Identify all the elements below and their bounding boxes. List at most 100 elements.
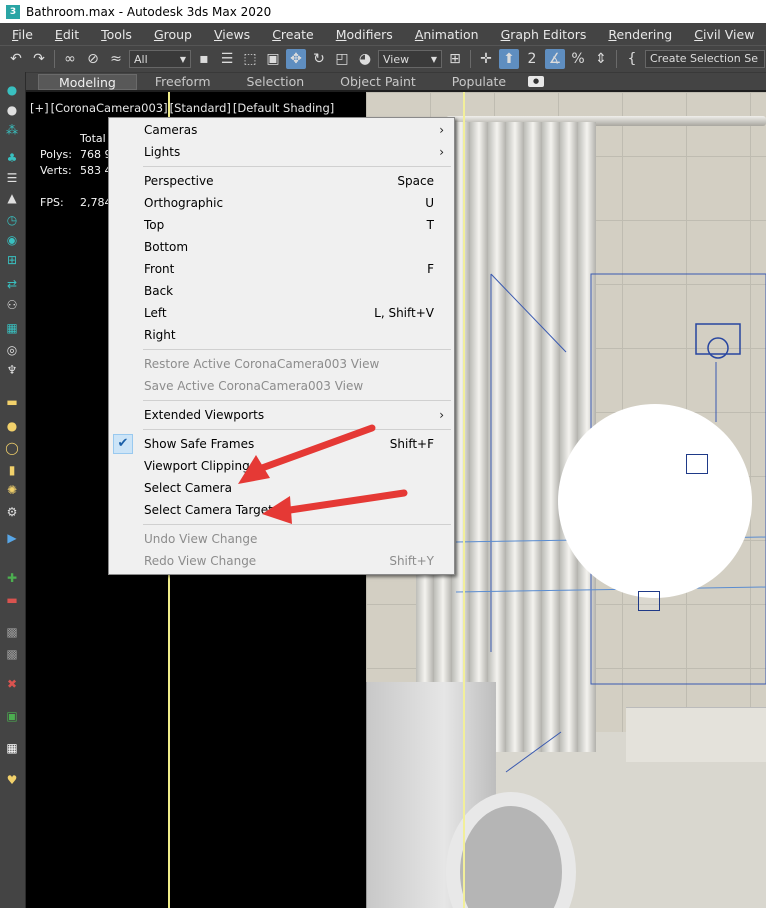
menu-civil-view[interactable]: Civil View	[682, 27, 764, 42]
menu-item-label: Top	[144, 218, 165, 232]
bucket-icon[interactable]: ◉	[4, 232, 20, 248]
viewport-label-part[interactable]: [Standard]	[170, 101, 231, 115]
rectangular-selection-icon[interactable]: ⬚	[240, 49, 260, 69]
menu-item-label: Right	[144, 328, 176, 342]
snaps-toggle-icon[interactable]: 2	[522, 49, 542, 69]
menu-item-top[interactable]: Top T	[109, 214, 454, 236]
selection-filter-dropdown[interactable]: All ▼	[129, 50, 191, 68]
sphere-icon[interactable]: ●	[4, 102, 20, 118]
percent-snap-icon[interactable]: %	[568, 49, 588, 69]
redo-icon[interactable]: ↷	[29, 49, 49, 69]
menu-group[interactable]: Group	[142, 27, 202, 42]
sun-icon[interactable]: ✺	[4, 482, 20, 498]
menu-item-select-camera[interactable]: Select Camera	[109, 477, 454, 499]
menu-item-label: Cameras	[144, 123, 198, 137]
tab-object-paint[interactable]: Object Paint	[322, 74, 434, 90]
add-icon[interactable]: ✚	[4, 570, 20, 586]
ring-icon[interactable]: ◯	[4, 440, 20, 456]
menu-item-bottom[interactable]: Bottom	[109, 236, 454, 258]
select-object-icon[interactable]: ▪	[194, 49, 214, 69]
angle-snap-icon[interactable]: ∡	[545, 49, 565, 69]
tab-populate[interactable]: Populate	[434, 74, 524, 90]
eye-icon[interactable]: ◎	[4, 342, 20, 358]
render-icon[interactable]: ✖	[4, 676, 20, 692]
image-icon[interactable]: ▣	[4, 708, 20, 724]
ribbon-options-icon[interactable]: ●	[528, 76, 545, 87]
menu-graph-editors[interactable]: Graph Editors	[489, 27, 597, 42]
menu-item-select-camera-target[interactable]: Select Camera Target	[109, 499, 454, 521]
undo-icon[interactable]: ↶	[6, 49, 26, 69]
menu-item-label: Back	[144, 284, 174, 298]
viewport-label[interactable]: [+] [CoronaCamera003] [Standard] [Default S…	[30, 101, 336, 115]
map-icon[interactable]: ▦	[4, 320, 20, 336]
gears-icon[interactable]: ⚙	[4, 504, 20, 520]
select-and-rotate-icon[interactable]: ↻	[309, 49, 329, 69]
viewport-label-part[interactable]: [CoronaCamera003]	[51, 101, 168, 115]
list-icon[interactable]: ☰	[4, 170, 20, 186]
pivot-center-icon[interactable]: ⊞	[445, 49, 465, 69]
menu-create[interactable]: Create	[260, 27, 324, 42]
motion-icon[interactable]: ⇄	[4, 276, 20, 292]
play-icon[interactable]: ▶	[4, 530, 20, 546]
menu-item-orthographic[interactable]: Orthographic U	[109, 192, 454, 214]
tab-modeling[interactable]: Modeling	[38, 73, 137, 90]
viewport-label-part[interactable]: [Default Shading]	[233, 101, 334, 115]
menu-edit[interactable]: Edit	[43, 27, 89, 42]
light-bulb-icon[interactable]: ●	[4, 82, 20, 98]
bulb-icon[interactable]: ♥	[4, 772, 20, 788]
spinner-snap-icon[interactable]: ⇕	[591, 49, 611, 69]
select-and-scale-icon[interactable]: ◰	[332, 49, 352, 69]
select-and-place-icon[interactable]: ◕	[355, 49, 375, 69]
chevron-right-icon: ›	[439, 145, 444, 159]
pin-icon[interactable]: ♆	[4, 362, 20, 378]
clock-icon[interactable]: ◷	[4, 212, 20, 228]
keyboard-shortcut-override-icon[interactable]: ⬆	[499, 49, 519, 69]
people-icon[interactable]: ⚇	[4, 297, 20, 313]
named-selection-input[interactable]: Create Selection Se	[645, 50, 765, 68]
menu-item-right[interactable]: Right	[109, 324, 454, 346]
unlink-icon[interactable]: ⊘	[83, 49, 103, 69]
texture-icon[interactable]: ▩	[4, 646, 20, 662]
menu-rendering[interactable]: Rendering	[596, 27, 682, 42]
select-by-name-icon[interactable]: ☰	[217, 49, 237, 69]
menu-item-perspective[interactable]: Perspective Space	[109, 170, 454, 192]
link-icon[interactable]: ∞	[60, 49, 80, 69]
tab-selection[interactable]: Selection	[229, 74, 323, 90]
grid-icon[interactable]: ▦	[4, 740, 20, 756]
menu-item-label: Lights	[144, 145, 181, 159]
menu-item-front[interactable]: Front F	[109, 258, 454, 280]
warning-icon[interactable]: ▲	[4, 190, 20, 206]
remove-icon[interactable]: ▬	[4, 592, 20, 608]
manipulate-icon[interactable]: ✛	[476, 49, 496, 69]
menu-item-back[interactable]: Back	[109, 280, 454, 302]
reference-coordinate-dropdown[interactable]: View ▼	[378, 50, 442, 68]
menu-tools[interactable]: Tools	[89, 27, 142, 42]
menu-item-viewport-clipping[interactable]: Viewport Clipping	[109, 455, 454, 477]
select-and-move-icon[interactable]: ✥	[286, 49, 306, 69]
rectangle-icon[interactable]: ▬	[4, 394, 20, 410]
group-icon[interactable]: ⁂	[4, 122, 20, 138]
menu-item-label: Bottom	[144, 240, 189, 254]
menu-item-save-active-coronacamera003-view: Save Active CoronaCamera003 View	[109, 375, 454, 397]
menu-modifiers[interactable]: Modifiers	[324, 27, 403, 42]
cylinder-icon[interactable]: ▮	[4, 462, 20, 478]
stats-key: Verts:	[40, 164, 72, 177]
window-crossing-icon[interactable]: ▣	[263, 49, 283, 69]
menu-animation[interactable]: Animation	[403, 27, 489, 42]
menu-item-cameras[interactable]: Cameras ›	[109, 119, 454, 141]
menu-item-extended-viewports[interactable]: Extended Viewports ›	[109, 404, 454, 426]
tab-freeform[interactable]: Freeform	[137, 74, 229, 90]
menu-item-lights[interactable]: Lights ›	[109, 141, 454, 163]
menu-separator	[143, 166, 451, 167]
texture-icon[interactable]: ▩	[4, 624, 20, 640]
circle-icon[interactable]: ●	[4, 418, 20, 434]
menu-item-show-safe-frames[interactable]: ✔ Show Safe Frames Shift+F	[109, 433, 454, 455]
menu-item-left[interactable]: Left L, Shift+V	[109, 302, 454, 324]
hierarchy-icon[interactable]: ⊞	[4, 252, 20, 268]
menu-views[interactable]: Views	[202, 27, 260, 42]
viewport-label-part[interactable]: [+]	[30, 101, 49, 115]
edit-named-selection-icon[interactable]: {	[622, 49, 642, 69]
bind-space-warp-icon[interactable]: ≈	[106, 49, 126, 69]
menu-file[interactable]: File	[0, 27, 43, 42]
tree-icon[interactable]: ♣	[4, 150, 20, 166]
